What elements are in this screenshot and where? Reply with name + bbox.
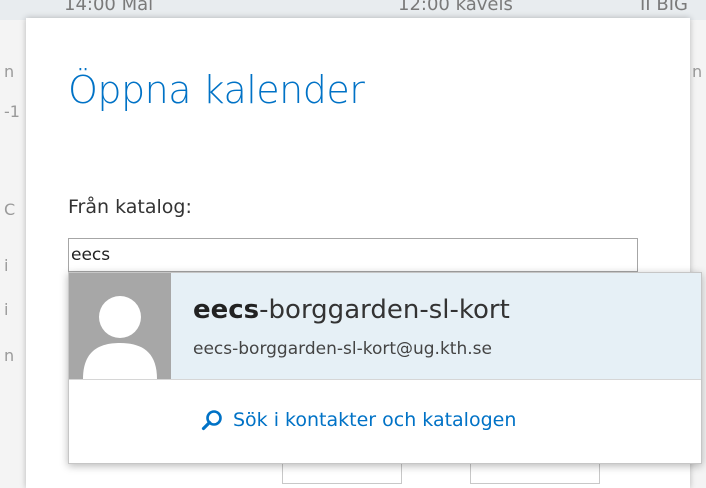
search-contacts-label: Sök i kontakter och katalogen [233,409,517,431]
dialog-title: Öppna kalender [68,68,365,112]
directory-label: Från katalog: [68,196,192,218]
suggestion-email: eecs-borggarden-sl-kort@ug.kth.se [193,339,492,359]
avatar [69,273,171,379]
suggestion-name: eecs-borggarden-sl-kort [193,295,510,325]
suggestion-dropdown: eecs-borggarden-sl-kort eecs-borggarden-… [68,272,702,464]
search-contacts-link[interactable]: Sök i kontakter och katalogen [201,409,516,431]
background-calendar-left: n -1 C i i n [0,20,26,488]
background-calendar-strip: 14:00 Mai 12:00 kåveis II BIG [0,0,706,20]
directory-search-input[interactable] [68,238,638,272]
person-icon [83,296,157,379]
background-text: II BIG [640,0,688,15]
divider [69,379,701,380]
background-text: 12:00 kåveis [398,0,513,15]
search-icon [201,410,222,431]
suggestion-name-rest: -borggarden-sl-kort [259,295,510,325]
background-text: 14:00 Mai [64,0,154,15]
suggestion-item[interactable]: eecs-borggarden-sl-kort eecs-borggarden-… [69,273,701,379]
suggestion-name-match: eecs [193,295,260,325]
